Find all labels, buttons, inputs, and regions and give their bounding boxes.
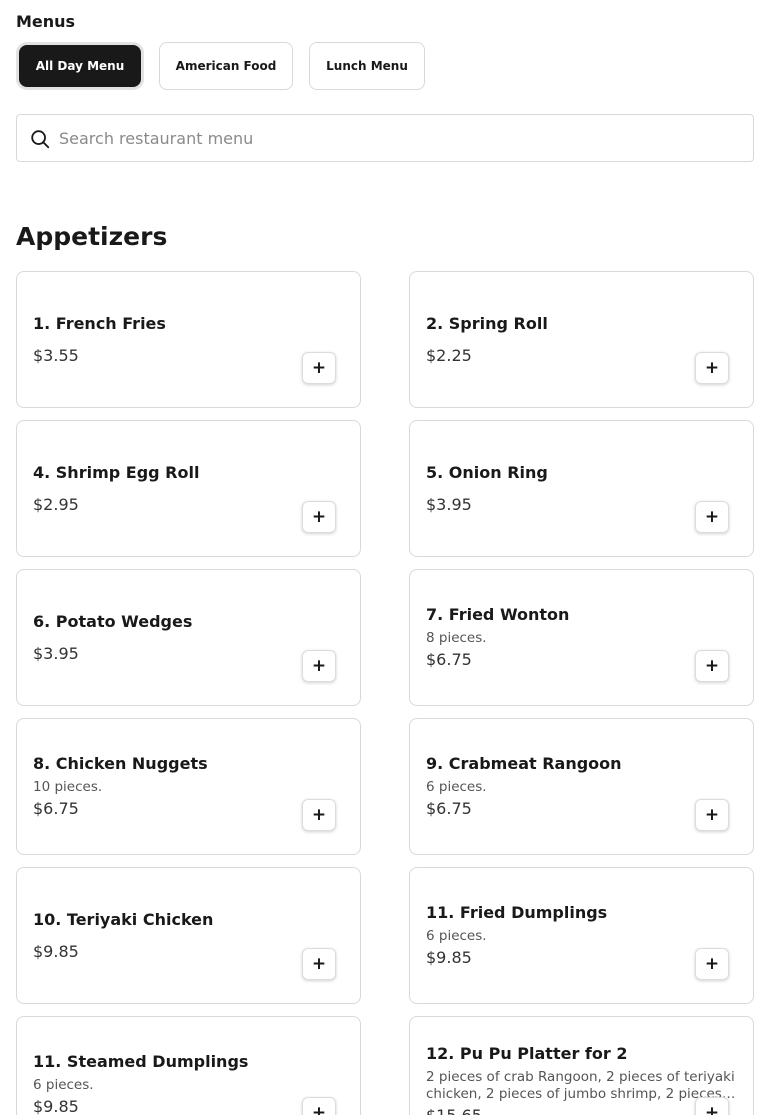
menu-item-price: $2.25 [426, 345, 472, 365]
menu-item-content: 6. Potato Wedges $3.95 [33, 570, 344, 705]
search-input[interactable] [59, 115, 739, 161]
search-bar [16, 114, 754, 162]
tab-all-day-menu[interactable]: All Day Menu [19, 45, 141, 87]
menu-item-content: 1. French Fries $3.55 [33, 272, 344, 407]
add-item-button[interactable]: + [695, 352, 729, 384]
menu-item-description: 8 pieces. [426, 630, 487, 646]
menu-item-card[interactable]: 6. Potato Wedges $3.95 + [16, 569, 361, 706]
menu-item-name: 7. Fried Wonton [426, 605, 570, 624]
menu-item-description: 6 pieces. [426, 779, 487, 795]
menu-item-name: 11. Fried Dumplings [426, 903, 608, 922]
menu-item-name: 1. French Fries [33, 313, 166, 333]
menu-item-price: $3.55 [33, 345, 79, 365]
menu-item-content: 8. Chicken Nuggets 10 pieces. $6.75 [33, 719, 344, 854]
menu-item-name: 8. Chicken Nuggets [33, 754, 208, 773]
tab-american-food[interactable]: American Food [159, 42, 293, 90]
menu-item-name: 10. Teriyaki Chicken [33, 909, 214, 929]
add-item-button[interactable]: + [302, 501, 336, 533]
menu-item-price: $9.85 [426, 948, 472, 967]
menu-item-price: $9.85 [33, 941, 79, 961]
section-title: Appetizers [16, 222, 168, 251]
add-item-button[interactable]: + [695, 1097, 729, 1115]
add-item-button[interactable]: + [302, 650, 336, 682]
add-item-button[interactable]: + [695, 799, 729, 831]
add-item-button[interactable]: + [695, 650, 729, 682]
menu-item-description: 10 pieces. [33, 779, 103, 795]
menu-item-content: 11. Steamed Dumplings 6 pieces. $9.85 [33, 1017, 344, 1115]
menu-item-content: 11. Fried Dumplings 6 pieces. $9.85 [426, 868, 737, 1003]
add-item-button[interactable]: + [695, 948, 729, 980]
menu-item-card[interactable]: 1. French Fries $3.55 + [16, 271, 361, 408]
menu-item-price: $3.95 [33, 643, 79, 663]
menu-item-card[interactable]: 4. Shrimp Egg Roll $2.95 + [16, 420, 361, 557]
menu-item-card[interactable]: 12. Pu Pu Platter for 2 2 pieces of crab … [409, 1016, 754, 1115]
menu-item-name: 12. Pu Pu Platter for 2 [426, 1043, 628, 1063]
menu-item-name: 6. Potato Wedges [33, 611, 193, 631]
menu-item-name: 11. Steamed Dumplings [33, 1052, 249, 1071]
menu-item-card[interactable]: 2. Spring Roll $2.25 + [409, 271, 754, 408]
menu-item-price: $6.75 [426, 799, 472, 818]
menu-item-name: 5. Onion Ring [426, 462, 548, 482]
add-item-button[interactable]: + [302, 352, 336, 384]
menu-item-price: $6.75 [33, 799, 79, 818]
menu-item-content: 10. Teriyaki Chicken $9.85 [33, 868, 344, 1003]
menu-item-price: $15.65 [426, 1105, 482, 1115]
menu-item-card[interactable]: 10. Teriyaki Chicken $9.85 + [16, 867, 361, 1004]
menu-item-content: 12. Pu Pu Platter for 2 2 pieces of crab … [426, 1017, 737, 1115]
menu-item-description: 2 pieces of crab Rangoon, 2 pieces of te… [426, 1068, 735, 1102]
menu-item-card[interactable]: 7. Fried Wonton 8 pieces. $6.75 + [409, 569, 754, 706]
add-item-button[interactable]: + [302, 799, 336, 831]
add-item-button[interactable]: + [302, 948, 336, 980]
menu-item-card[interactable]: 11. Steamed Dumplings 6 pieces. $9.85 + [16, 1016, 361, 1115]
menu-item-price: $2.95 [33, 494, 79, 514]
menu-item-content: 4. Shrimp Egg Roll $2.95 [33, 421, 344, 556]
menu-item-price: $9.85 [33, 1097, 79, 1115]
menu-item-content: 2. Spring Roll $2.25 [426, 272, 737, 407]
menu-item-card[interactable]: 8. Chicken Nuggets 10 pieces. $6.75 + [16, 718, 361, 855]
menu-item-price: $3.95 [426, 494, 472, 514]
menu-item-name: 2. Spring Roll [426, 313, 548, 333]
menu-item-card[interactable]: 9. Crabmeat Rangoon 6 pieces. $6.75 + [409, 718, 754, 855]
search-icon [31, 130, 50, 149]
add-item-button[interactable]: + [302, 1097, 336, 1115]
tab-lunch-menu[interactable]: Lunch Menu [309, 42, 425, 90]
menu-item-description: 6 pieces. [426, 928, 487, 944]
menu-item-price: $6.75 [426, 650, 472, 669]
add-item-button[interactable]: + [695, 501, 729, 533]
menu-item-content: 9. Crabmeat Rangoon 6 pieces. $6.75 [426, 719, 737, 854]
menu-item-card[interactable]: 5. Onion Ring $3.95 + [409, 420, 754, 557]
menu-item-content: 7. Fried Wonton 8 pieces. $6.75 [426, 570, 737, 705]
menus-label: Menus [16, 12, 76, 31]
menu-item-name: 9. Crabmeat Rangoon [426, 754, 622, 773]
menu-item-card[interactable]: 11. Fried Dumplings 6 pieces. $9.85 + [409, 867, 754, 1004]
menu-item-description: 6 pieces. [33, 1077, 94, 1093]
menu-item-content: 5. Onion Ring $3.95 [426, 421, 737, 556]
menu-item-name: 4. Shrimp Egg Roll [33, 462, 200, 482]
